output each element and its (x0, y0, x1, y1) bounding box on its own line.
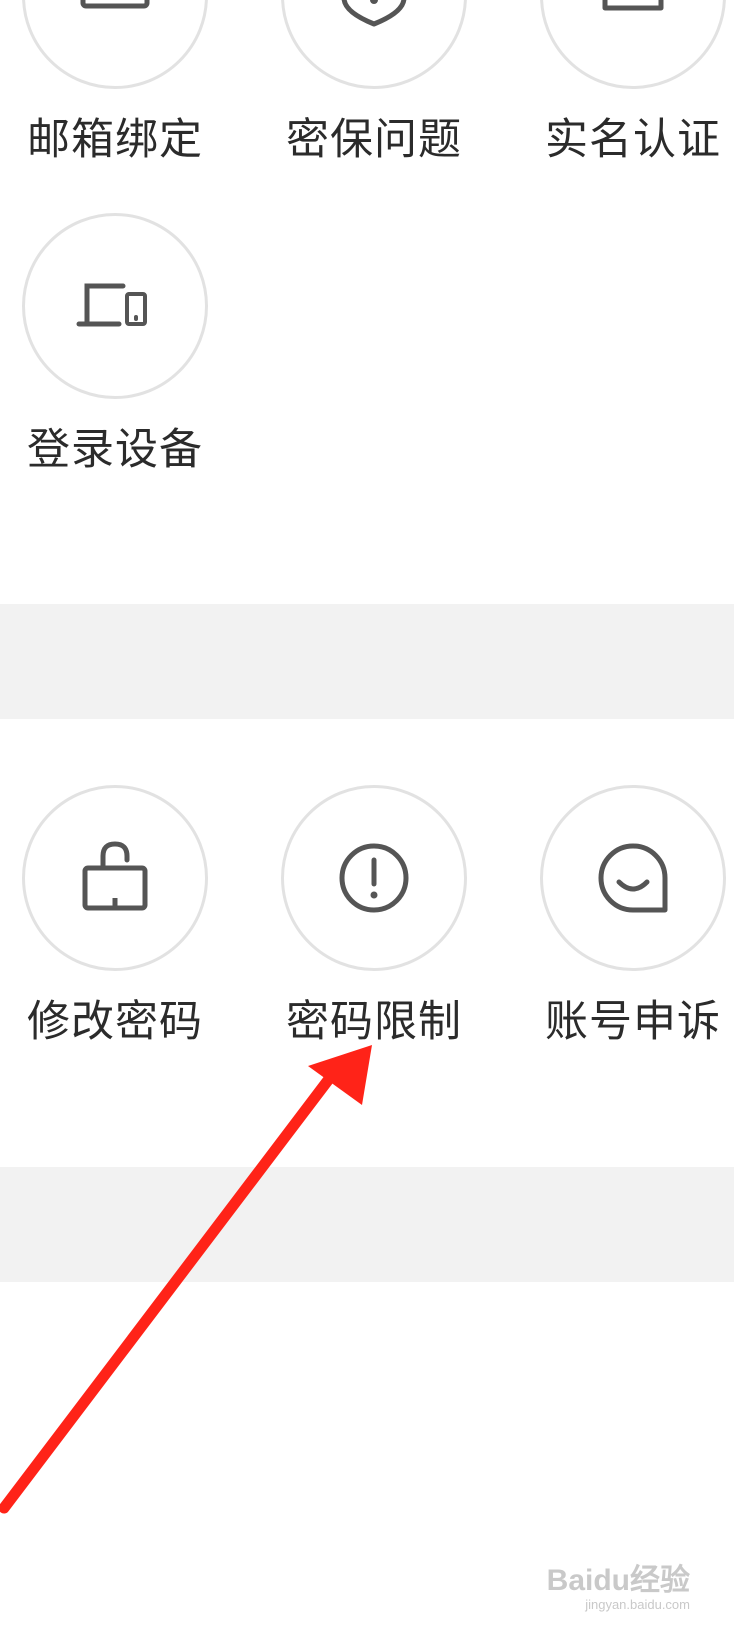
section-divider-2 (0, 1167, 734, 1282)
devices-icon (76, 283, 147, 327)
password-restriction-label: 密码限制 (286, 997, 462, 1047)
security-question-circle[interactable] (281, 0, 467, 89)
shield-question-icon (341, 0, 407, 27)
change-password-label: 修改密码 (27, 997, 203, 1047)
watermark-logo: Baidu经验 (546, 1564, 690, 1597)
login-devices-item[interactable]: 登录设备 (15, 213, 215, 475)
real-name-label: 实名认证 (545, 115, 721, 165)
person-id-icon (602, 0, 664, 11)
security-question-item[interactable]: 密保问题 (274, 0, 474, 165)
login-devices-label: 登录设备 (27, 425, 203, 475)
chat-smile-icon (598, 843, 668, 913)
real-name-circle[interactable] (540, 0, 726, 89)
security-question-label: 密保问题 (286, 115, 462, 165)
account-appeal-label: 账号申诉 (545, 997, 721, 1047)
real-name-item[interactable]: 实名认证 (533, 0, 733, 165)
unlock-icon (82, 841, 148, 911)
mail-bind-label: 邮箱绑定 (27, 115, 203, 165)
section-divider (0, 604, 734, 719)
exclamation-circle-icon (339, 843, 409, 913)
account-appeal-item[interactable]: 账号申诉 (533, 785, 733, 1047)
password-restriction-circle[interactable] (281, 785, 467, 971)
change-password-item[interactable]: 修改密码 (15, 785, 215, 1047)
account-appeal-circle[interactable] (540, 785, 726, 971)
mail-bind-item[interactable]: 邮箱绑定 (15, 0, 215, 165)
login-devices-circle[interactable] (22, 213, 208, 399)
password-restriction-item[interactable]: 密码限制 (274, 785, 474, 1047)
change-password-circle[interactable] (22, 785, 208, 971)
mail-icon (80, 0, 150, 9)
watermark-url: jingyan.baidu.com (585, 1597, 690, 1612)
watermark: Baidu经验 jingyan.baidu.com (546, 1564, 690, 1613)
mail-bind-circle[interactable] (22, 0, 208, 89)
